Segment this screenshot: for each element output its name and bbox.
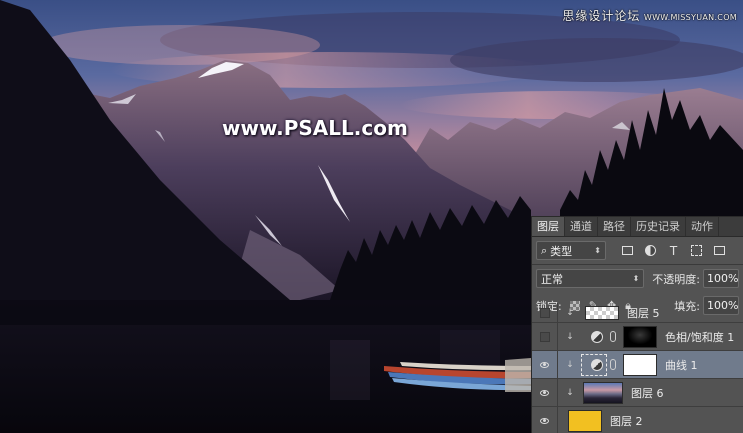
hue-saturation-icon (591, 330, 603, 343)
pixel-filter-icon[interactable] (620, 243, 635, 258)
visibility-toggle[interactable] (532, 302, 558, 323)
tab-actions[interactable]: 动作 (686, 217, 719, 236)
filter-row: ⌕ 类型 ⬍ T (532, 237, 743, 264)
tab-paths[interactable]: 路径 (598, 217, 631, 236)
curves-icon (591, 358, 603, 371)
layer-row[interactable]: 图层 2 (532, 406, 743, 433)
layer-filter-select[interactable]: ⌕ 类型 ⬍ (536, 241, 606, 260)
search-icon: ⌕ (541, 243, 548, 257)
panel-tabs: 图层 通道 路径 历史记录 动作 (532, 217, 743, 237)
layer-list: ↓ 图层 5 ↓ 色相/饱和度 1 ↓ 曲线 1 ↓ 图层 6 图层 2 (532, 302, 743, 433)
layer-name: 图层 5 (627, 306, 660, 320)
hidden-eye-icon (539, 307, 550, 318)
layer-row[interactable]: ↓ 色相/饱和度 1 (532, 322, 743, 351)
layers-panel: 图层 通道 路径 历史记录 动作 ⌕ 类型 ⬍ T 正常 ⬍ 不透明度: 100… (531, 216, 743, 433)
layer-thumbnail (583, 381, 623, 404)
adjustment-filter-icon[interactable] (643, 243, 658, 258)
layer-mask-thumbnail[interactable] (623, 325, 657, 348)
clip-arrow-icon: ↓ (566, 331, 574, 342)
tab-history[interactable]: 历史记录 (631, 217, 686, 236)
shape-filter-icon[interactable] (689, 243, 704, 258)
layer-thumbnail (585, 305, 619, 320)
smart-object-filter-icon[interactable] (712, 243, 727, 258)
clip-arrow-icon: ↓ (566, 387, 574, 398)
filter-icons: T (620, 243, 727, 258)
updown-icon: ⬍ (594, 246, 601, 255)
layer-mask-thumbnail[interactable] (623, 353, 657, 376)
mask-link-icon[interactable] (610, 359, 616, 370)
eye-icon (540, 417, 549, 424)
psall-watermark: www.PSALL.com (222, 116, 408, 140)
blend-row: 正常 ⬍ 不透明度: 100% (532, 265, 743, 292)
tab-channels[interactable]: 通道 (565, 217, 598, 236)
eye-icon (540, 361, 549, 368)
visibility-toggle[interactable] (532, 406, 558, 433)
clip-arrow-icon: ↓ (566, 307, 574, 318)
type-filter-icon[interactable]: T (666, 243, 681, 258)
visibility-toggle[interactable] (532, 378, 558, 407)
tab-layers[interactable]: 图层 (532, 217, 565, 236)
hidden-eye-icon (539, 331, 550, 342)
layer-row-selected[interactable]: ↓ 曲线 1 (532, 350, 743, 379)
layer-filter-value: 类型 (550, 244, 573, 258)
adjustment-icon-wrap (581, 353, 607, 376)
layer-name: 图层 6 (631, 386, 664, 400)
blend-mode-value: 正常 (541, 272, 563, 286)
site-watermark: 思缘设计论坛 WWW.MISSYUAN.COM (562, 7, 737, 24)
layer-name: 曲线 1 (665, 358, 698, 372)
watermark-en: WWW.MISSYUAN.COM (643, 13, 737, 22)
opacity-label: 不透明度: (652, 272, 700, 286)
watermark-cn: 思缘设计论坛 (562, 9, 641, 23)
visibility-toggle[interactable] (532, 350, 558, 379)
adjustment-icon-wrap (581, 326, 607, 348)
mask-link-icon[interactable] (610, 331, 616, 342)
clip-arrow-icon: ↓ (566, 359, 574, 370)
blend-mode-select[interactable]: 正常 ⬍ (536, 269, 645, 288)
updown-icon: ⬍ (632, 274, 640, 283)
layer-name: 图层 2 (610, 414, 643, 428)
layer-row[interactable]: ↓ 图层 6 (532, 378, 743, 407)
visibility-toggle[interactable] (532, 322, 558, 351)
layer-row[interactable]: ↓ 图层 5 (532, 302, 743, 323)
layer-thumbnail (568, 409, 602, 432)
opacity-field[interactable]: 100% (703, 269, 739, 288)
eye-icon (540, 389, 549, 396)
layer-name: 色相/饱和度 1 (665, 330, 735, 344)
